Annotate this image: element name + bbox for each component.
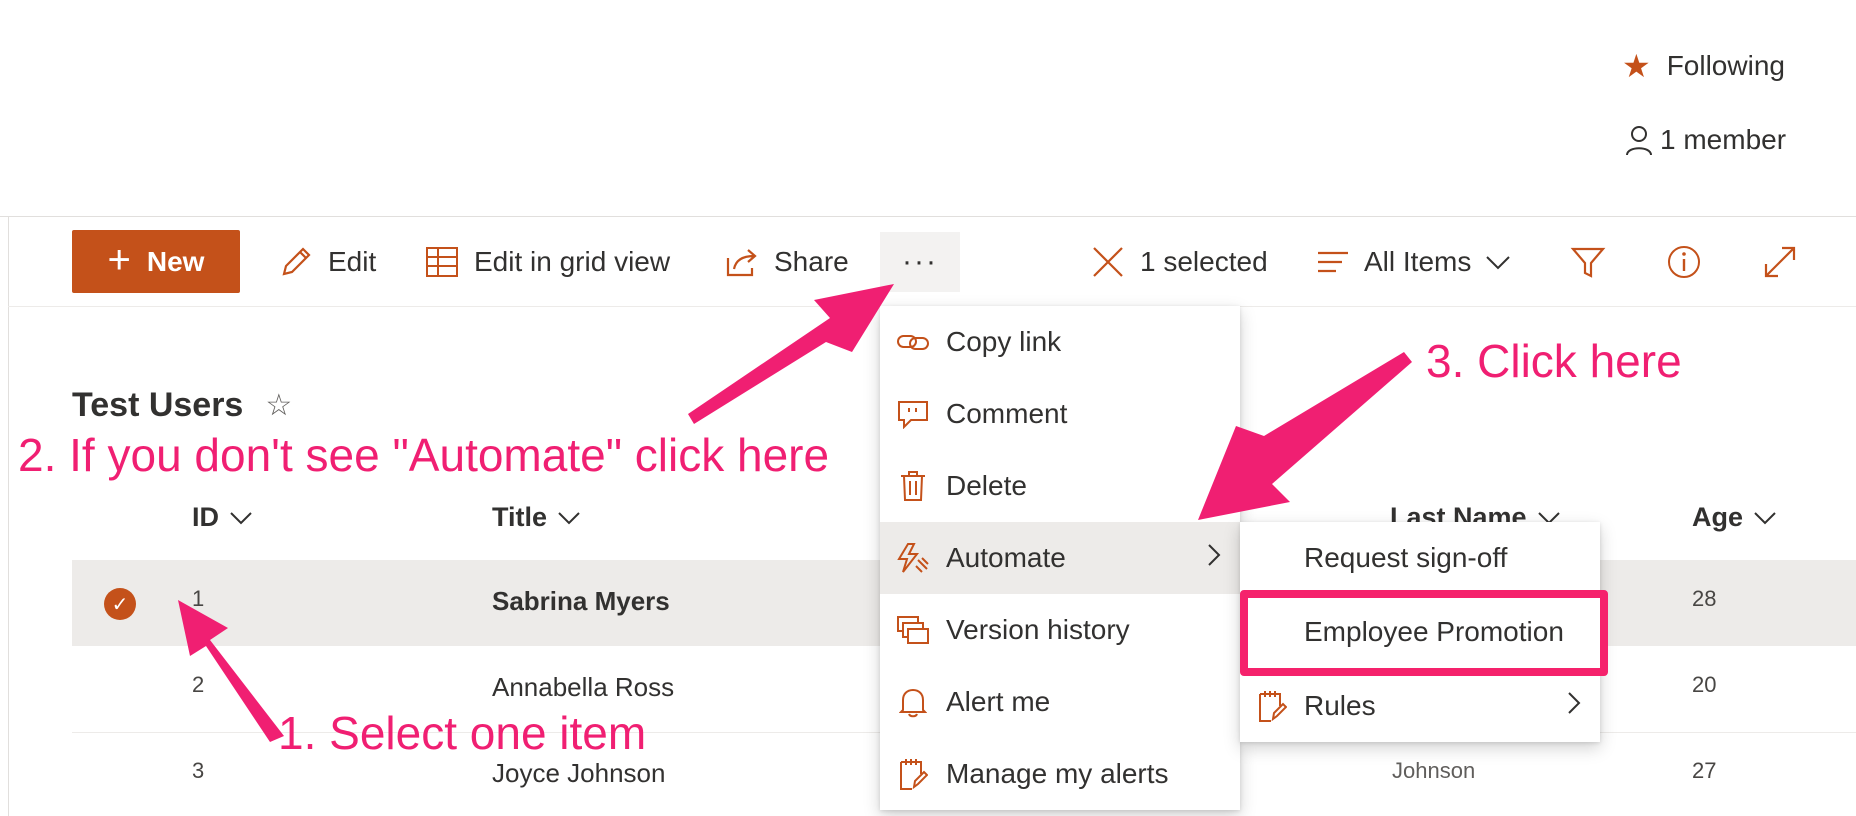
annotation-arrows — [178, 284, 1412, 742]
arrow-step1 — [178, 600, 284, 742]
arrow-step3 — [1198, 352, 1412, 520]
annotation-step2: 2. If you don't see "Automate" click her… — [18, 429, 830, 481]
annotation-step1: 1. Select one item — [278, 707, 647, 759]
annotation-step3: 3. Click here — [1426, 335, 1682, 387]
arrow-step2 — [688, 284, 894, 424]
